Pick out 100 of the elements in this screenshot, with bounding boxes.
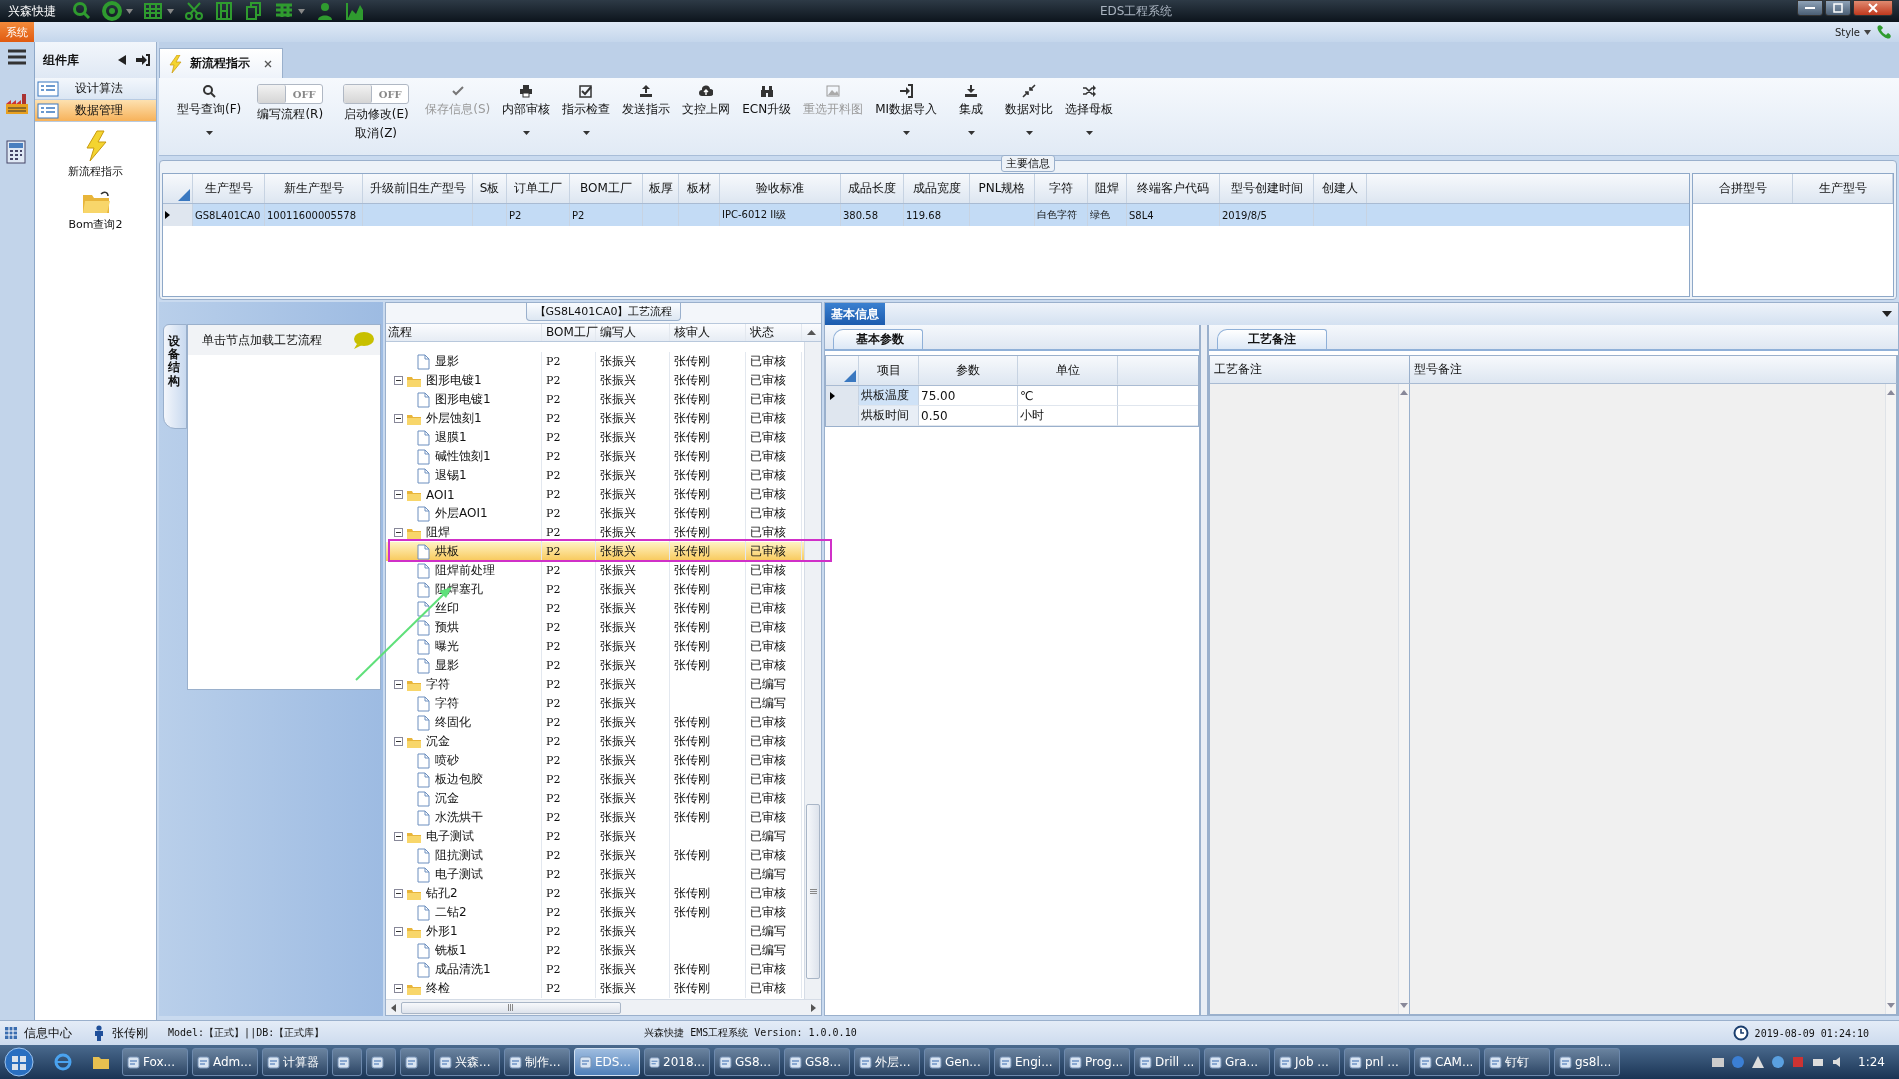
taskbar-button[interactable]: 钉钉 — [1484, 1048, 1550, 1076]
column-header[interactable]: 合拼型号 — [1693, 174, 1793, 203]
taskbar-button[interactable]: Engi... — [994, 1048, 1060, 1076]
tree-row[interactable]: 终固化 P2 张振兴 张传刚 已审核 — [386, 713, 804, 732]
tree-row[interactable]: 外层蚀刻1 P2 张振兴 张传刚 已审核 — [386, 409, 804, 428]
collapse-node-icon[interactable] — [394, 984, 403, 993]
column-header[interactable]: 板厚 — [643, 174, 679, 203]
tree-row[interactable]: 曝光 P2 张振兴 张传刚 已审核 — [386, 637, 804, 656]
tree-row[interactable]: 成品清洗1 P2 张振兴 张传刚 已审核 — [386, 960, 804, 979]
tree-row[interactable]: 图形电镀1 P2 张振兴 张传刚 已审核 — [386, 390, 804, 409]
panel-tab[interactable]: 基本参数 — [833, 329, 923, 349]
style-menu[interactable]: Style — [1834, 26, 1860, 38]
column-header[interactable]: 终端客户代码 — [1127, 174, 1220, 203]
tree-row[interactable]: 字符 P2 张振兴 已编写 — [386, 675, 804, 694]
taskbar-button[interactable]: Gen... — [924, 1048, 990, 1076]
taskbar-button[interactable]: 2018... — [644, 1048, 710, 1076]
toolbar-button[interactable]: MI数据导入 — [869, 84, 944, 135]
clock-text[interactable]: 1:24 — [1850, 1055, 1895, 1069]
column-header[interactable]: 状态 — [746, 324, 802, 341]
tree-row[interactable]: 水洗烘干 P2 张振兴 张传刚 已审核 — [386, 808, 804, 827]
column-header[interactable]: 型号创建时间 — [1220, 174, 1314, 203]
taskbar-button[interactable]: 制作... — [504, 1048, 570, 1076]
column-header[interactable]: 升级前旧生产型号 — [363, 174, 473, 203]
collapse-node-icon[interactable] — [394, 680, 403, 689]
tree-row[interactable]: AOI1 P2 张振兴 张传刚 已审核 — [386, 485, 804, 504]
grid-icon[interactable] — [143, 1, 163, 21]
tree-row[interactable]: 显影 P2 张振兴 张传刚 已审核 — [386, 352, 804, 371]
tree-row[interactable]: 铣板1 P2 张振兴 已编写 — [386, 941, 804, 960]
tree-row[interactable]: 电子测试 P2 张振兴 已编写 — [386, 865, 804, 884]
toolbar-button[interactable]: 集成 — [943, 84, 1000, 135]
menu-icon[interactable] — [7, 48, 27, 66]
column-header[interactable]: 新生产型号 — [265, 174, 363, 203]
column-header[interactable]: 参数 — [919, 356, 1018, 385]
tree-row[interactable]: 沉金 P2 张振兴 张传刚 已审核 — [386, 732, 804, 751]
column-header[interactable]: BOM工厂 — [542, 324, 596, 341]
taskbar-button[interactable] — [332, 1048, 362, 1076]
tree-row[interactable]: 电子测试 P2 张振兴 已编写 — [386, 827, 804, 846]
taskbar-button[interactable]: Prog... — [1064, 1048, 1130, 1076]
category-item[interactable]: 设计算法 — [35, 78, 156, 100]
collapse-node-icon[interactable] — [394, 376, 403, 385]
calculator-icon[interactable] — [5, 140, 29, 166]
toggle-switch[interactable]: OFF — [343, 84, 410, 104]
close-button[interactable] — [1853, 0, 1893, 16]
collapse-node-icon[interactable] — [394, 414, 403, 423]
toolbar-button[interactable]: 指示检查 — [556, 84, 617, 135]
tree-row[interactable]: 预烘 P2 张振兴 张传刚 已审核 — [386, 618, 804, 637]
folder-icon[interactable] — [92, 1054, 110, 1070]
scroll-thumb[interactable] — [806, 804, 820, 979]
column-header[interactable]: 字符 — [1035, 174, 1088, 203]
start-icon[interactable] — [4, 1047, 34, 1077]
taskbar-button[interactable]: 兴森... — [434, 1048, 500, 1076]
keyboard-icon[interactable] — [1711, 1055, 1726, 1069]
toolbar-button[interactable]: 文控上网 — [676, 84, 737, 118]
column-header[interactable]: 阻焊 — [1088, 174, 1127, 203]
collapse-node-icon[interactable] — [394, 490, 403, 499]
column-header[interactable]: 成品宽度 — [904, 174, 970, 203]
sign-in-icon[interactable] — [136, 54, 150, 66]
document-tab[interactable]: 新流程指示 — [159, 48, 283, 78]
tree-row[interactable]: 沉金 P2 张振兴 张传刚 已审核 — [386, 789, 804, 808]
toolbar-button[interactable]: 选择母板 — [1059, 84, 1120, 135]
tree-row[interactable]: 外层AOI1 P2 张振兴 张传刚 已审核 — [386, 504, 804, 523]
column-header[interactable]: BOM工厂 — [570, 174, 643, 203]
tree-row[interactable]: 终检 P2 张振兴 张传刚 已审核 — [386, 979, 804, 998]
tree-row[interactable]: 碱性蚀刻1 P2 张振兴 张传刚 已审核 — [386, 447, 804, 466]
maximize-button[interactable] — [1825, 0, 1851, 16]
taskbar-button[interactable]: GS8... — [714, 1048, 780, 1076]
toggle-switch[interactable]: OFF — [257, 84, 324, 104]
copy-icon[interactable] — [244, 1, 264, 21]
column-header[interactable]: 型号备注 — [1410, 356, 1897, 383]
column-header[interactable]: 验收标准 — [720, 174, 841, 203]
tree-row[interactable]: 字符 P2 张振兴 已编写 — [386, 694, 804, 713]
table-row[interactable]: GS8L401CA0 10011600005578 P2 P2 IPC-6012 II级 380.58 119.68 白色字符 绿色 S8L4 2019/8/5 — [163, 204, 1689, 226]
taskbar-button[interactable] — [366, 1048, 396, 1076]
column-header[interactable]: 板材 — [679, 174, 720, 203]
column-header[interactable]: 订单工厂 — [507, 174, 570, 203]
panel-tab[interactable]: 基本信息 — [825, 303, 885, 325]
component-label[interactable]: Bom查询2 — [68, 217, 123, 232]
row-header[interactable] — [826, 386, 859, 406]
tree-row[interactable]: 退膜1 P2 张振兴 张传刚 已审核 — [386, 428, 804, 447]
close-icon[interactable] — [264, 59, 272, 68]
tree-row[interactable]: 外形1 P2 张振兴 已编写 — [386, 922, 804, 941]
taskbar-button[interactable]: GS8... — [784, 1048, 850, 1076]
lifebuoy-icon[interactable] — [102, 1, 122, 21]
column-header[interactable]: 核审人 — [670, 324, 746, 341]
tree-row[interactable]: 图形电镀1 P2 张振兴 张传刚 已审核 — [386, 371, 804, 390]
taskbar-button[interactable]: 计算器 — [262, 1048, 328, 1076]
taskbar-button[interactable]: pnl ... — [1344, 1048, 1410, 1076]
panel-tab[interactable]: 工艺备注 — [1217, 329, 1327, 349]
category-item[interactable]: 数据管理 — [35, 100, 156, 122]
collapse-icon[interactable] — [118, 55, 126, 65]
vertical-tab[interactable]: 设备结构 — [163, 324, 187, 429]
collapse-node-icon[interactable] — [394, 832, 403, 841]
column-header[interactable]: 生产型号 — [1793, 174, 1893, 203]
globe-icon[interactable] — [54, 1053, 72, 1071]
taskbar-button[interactable]: Fox... — [122, 1048, 188, 1076]
tree-row[interactable]: 阻抗测试 P2 张振兴 张传刚 已审核 — [386, 846, 804, 865]
taskbar-button[interactable] — [400, 1048, 430, 1076]
column-header[interactable]: 生产型号 — [193, 174, 265, 203]
up-arrow-icon[interactable] — [1751, 1055, 1766, 1069]
status-text[interactable]: 信息中心 — [24, 1024, 72, 1042]
